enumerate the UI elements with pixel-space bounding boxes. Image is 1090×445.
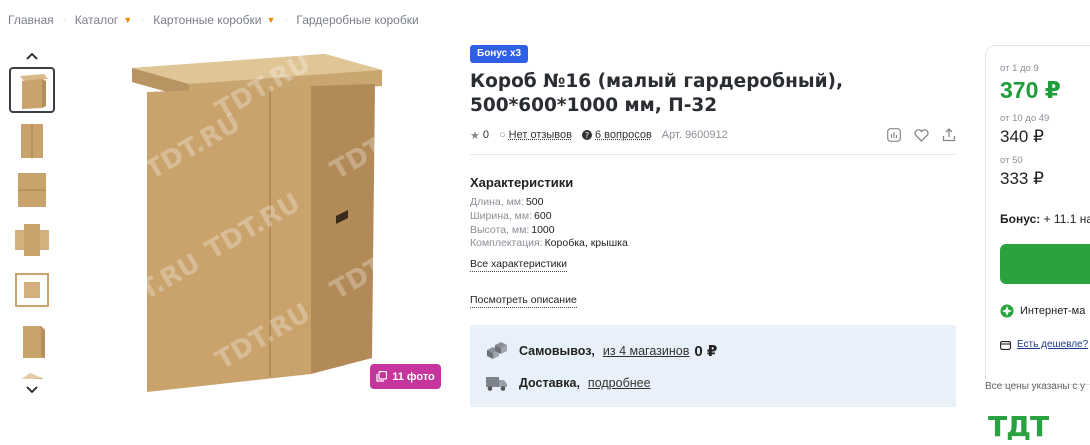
questions-label: 6 вопросов xyxy=(595,129,652,141)
delivery-details-link[interactable]: подробнее xyxy=(588,376,651,390)
price-tier-label: от 10 до 49 xyxy=(1000,113,1050,124)
thumbnail-image[interactable] xyxy=(9,167,55,213)
breadcrumb-separator: · xyxy=(62,15,66,25)
svg-text:?: ? xyxy=(585,131,589,140)
bonus-badge: Бонус x3 xyxy=(470,45,529,63)
thumbnail-image[interactable] xyxy=(9,217,55,263)
brand-logo: ТДТ xyxy=(988,410,1068,445)
breadcrumb-separator: · xyxy=(284,15,288,25)
price-tier-label: от 50 xyxy=(1000,155,1023,166)
thumbnail-strip xyxy=(8,45,56,401)
cheaper-link[interactable]: Есть дешевле? xyxy=(1000,339,1088,350)
breadcrumb-wardrobe-boxes[interactable]: Гардеробные коробки xyxy=(296,13,418,27)
thumbnail-image[interactable] xyxy=(9,67,55,113)
price-tier-value: 340 ₽ xyxy=(1000,127,1044,146)
all-characteristics-link[interactable]: Все характеристики xyxy=(470,258,567,272)
share-icon[interactable] xyxy=(942,128,956,142)
pickup-stores-link[interactable]: из 4 магазинов xyxy=(603,344,689,358)
sku: Арт. 9600912 xyxy=(661,129,728,141)
spec-row: Длина, мм: 500 xyxy=(470,196,544,208)
breadcrumb-separator: · xyxy=(141,15,145,25)
truck-icon xyxy=(486,377,507,391)
online-store-label: Интернет-ма xyxy=(1020,305,1086,317)
chevron-up-icon[interactable] xyxy=(8,45,56,67)
spec-row: Ширина, мм: 600 xyxy=(470,209,552,222)
star-icon: ★ xyxy=(470,129,480,142)
price-tier-value: 370 ₽ xyxy=(1000,77,1061,103)
breadcrumb-home[interactable]: Главная xyxy=(8,13,54,27)
question-icon: ? xyxy=(582,130,592,140)
add-to-cart-button[interactable]: В xyxy=(1000,244,1090,284)
rating[interactable]: ★ 0 xyxy=(470,129,489,142)
pickup-price: 0 ₽ xyxy=(694,343,718,360)
bonus-info: Бонус: + 11.1 на xyxy=(1000,212,1090,226)
bonus-label: Бонус: xyxy=(1000,212,1041,226)
heart-icon[interactable] xyxy=(914,128,929,142)
product-main-image[interactable]: TDT.RU TDT.RU TDT.RU TDT.RU TDT.RU TDT.R… xyxy=(82,40,444,395)
delivery-row: Доставка, подробнее xyxy=(485,374,651,392)
breadcrumb-cardboard-boxes[interactable]: Картонные коробки xyxy=(153,13,261,27)
compare-icon[interactable] xyxy=(887,128,901,142)
chevron-down-icon[interactable]: ▼ xyxy=(266,15,275,25)
cheaper-label: Есть дешевле? xyxy=(1017,339,1089,350)
delivery-label: Доставка, xyxy=(519,376,580,390)
store-icon xyxy=(1000,304,1014,318)
price-tier-value: 333 ₽ xyxy=(1000,169,1044,188)
divider xyxy=(470,154,956,155)
thumbnail-image[interactable] xyxy=(9,267,55,313)
wallet-icon xyxy=(1000,340,1011,350)
pickup-row: Самовывоз, из 4 магазинов 0 ₽ xyxy=(485,341,717,361)
spec-list: Длина, мм: 500 Ширина, мм: 600 Высота, мм:… xyxy=(470,196,628,251)
spec-row: Высота, мм: 1000 xyxy=(470,223,555,236)
prices-note: Все цены указаны с у xyxy=(985,381,1086,392)
rating-value: 0 xyxy=(482,129,489,141)
thumbnail-image[interactable] xyxy=(9,117,55,163)
photo-count-button[interactable]: 11 фото xyxy=(370,364,441,389)
characteristics-title: Характеристики xyxy=(470,175,574,190)
thumbnail-image[interactable] xyxy=(9,317,55,363)
bonus-value: + 11.1 на xyxy=(1043,212,1090,226)
price-card: от 1 до 9 370 ₽ от 10 до 49 340 ₽ от 50 … xyxy=(985,45,1090,385)
comment-icon: ○ xyxy=(499,129,506,141)
spec-row: Комплектация: Коробка, крышка xyxy=(470,237,628,250)
boxes-icon xyxy=(487,342,507,359)
pickup-label: Самовывоз, xyxy=(519,344,595,358)
price-tier-label: от 1 до 9 xyxy=(1000,63,1039,74)
product-meta: ★ 0 ○ Нет отзывов ? 6 вопросов Арт. 9600… xyxy=(470,128,956,142)
reviews-label: Нет отзывов xyxy=(508,129,572,141)
reviews-link[interactable]: ○ Нет отзывов xyxy=(499,129,572,141)
delivery-panel: Самовывоз, из 4 магазинов 0 ₽ Доставка, … xyxy=(470,325,956,407)
online-store-info: Интернет-ма xyxy=(1000,304,1085,318)
chevron-down-icon[interactable] xyxy=(8,379,56,401)
thumbnail-image[interactable] xyxy=(9,367,55,379)
chevron-down-icon[interactable]: ▼ xyxy=(123,15,132,25)
gallery-icon xyxy=(376,371,388,382)
breadcrumb: Главная · Каталог ▼ · Картонные коробки … xyxy=(8,13,419,27)
breadcrumb-catalog[interactable]: Каталог xyxy=(75,13,119,27)
photo-count-label: 11 фото xyxy=(392,370,435,383)
questions-link[interactable]: ? 6 вопросов xyxy=(582,129,652,141)
view-description-link[interactable]: Посмотреть описание xyxy=(470,294,577,308)
svg-text:ТДТ: ТДТ xyxy=(988,410,1049,440)
page-title: Короб №16 (малый гардеробный), 500*600*1… xyxy=(470,71,844,116)
